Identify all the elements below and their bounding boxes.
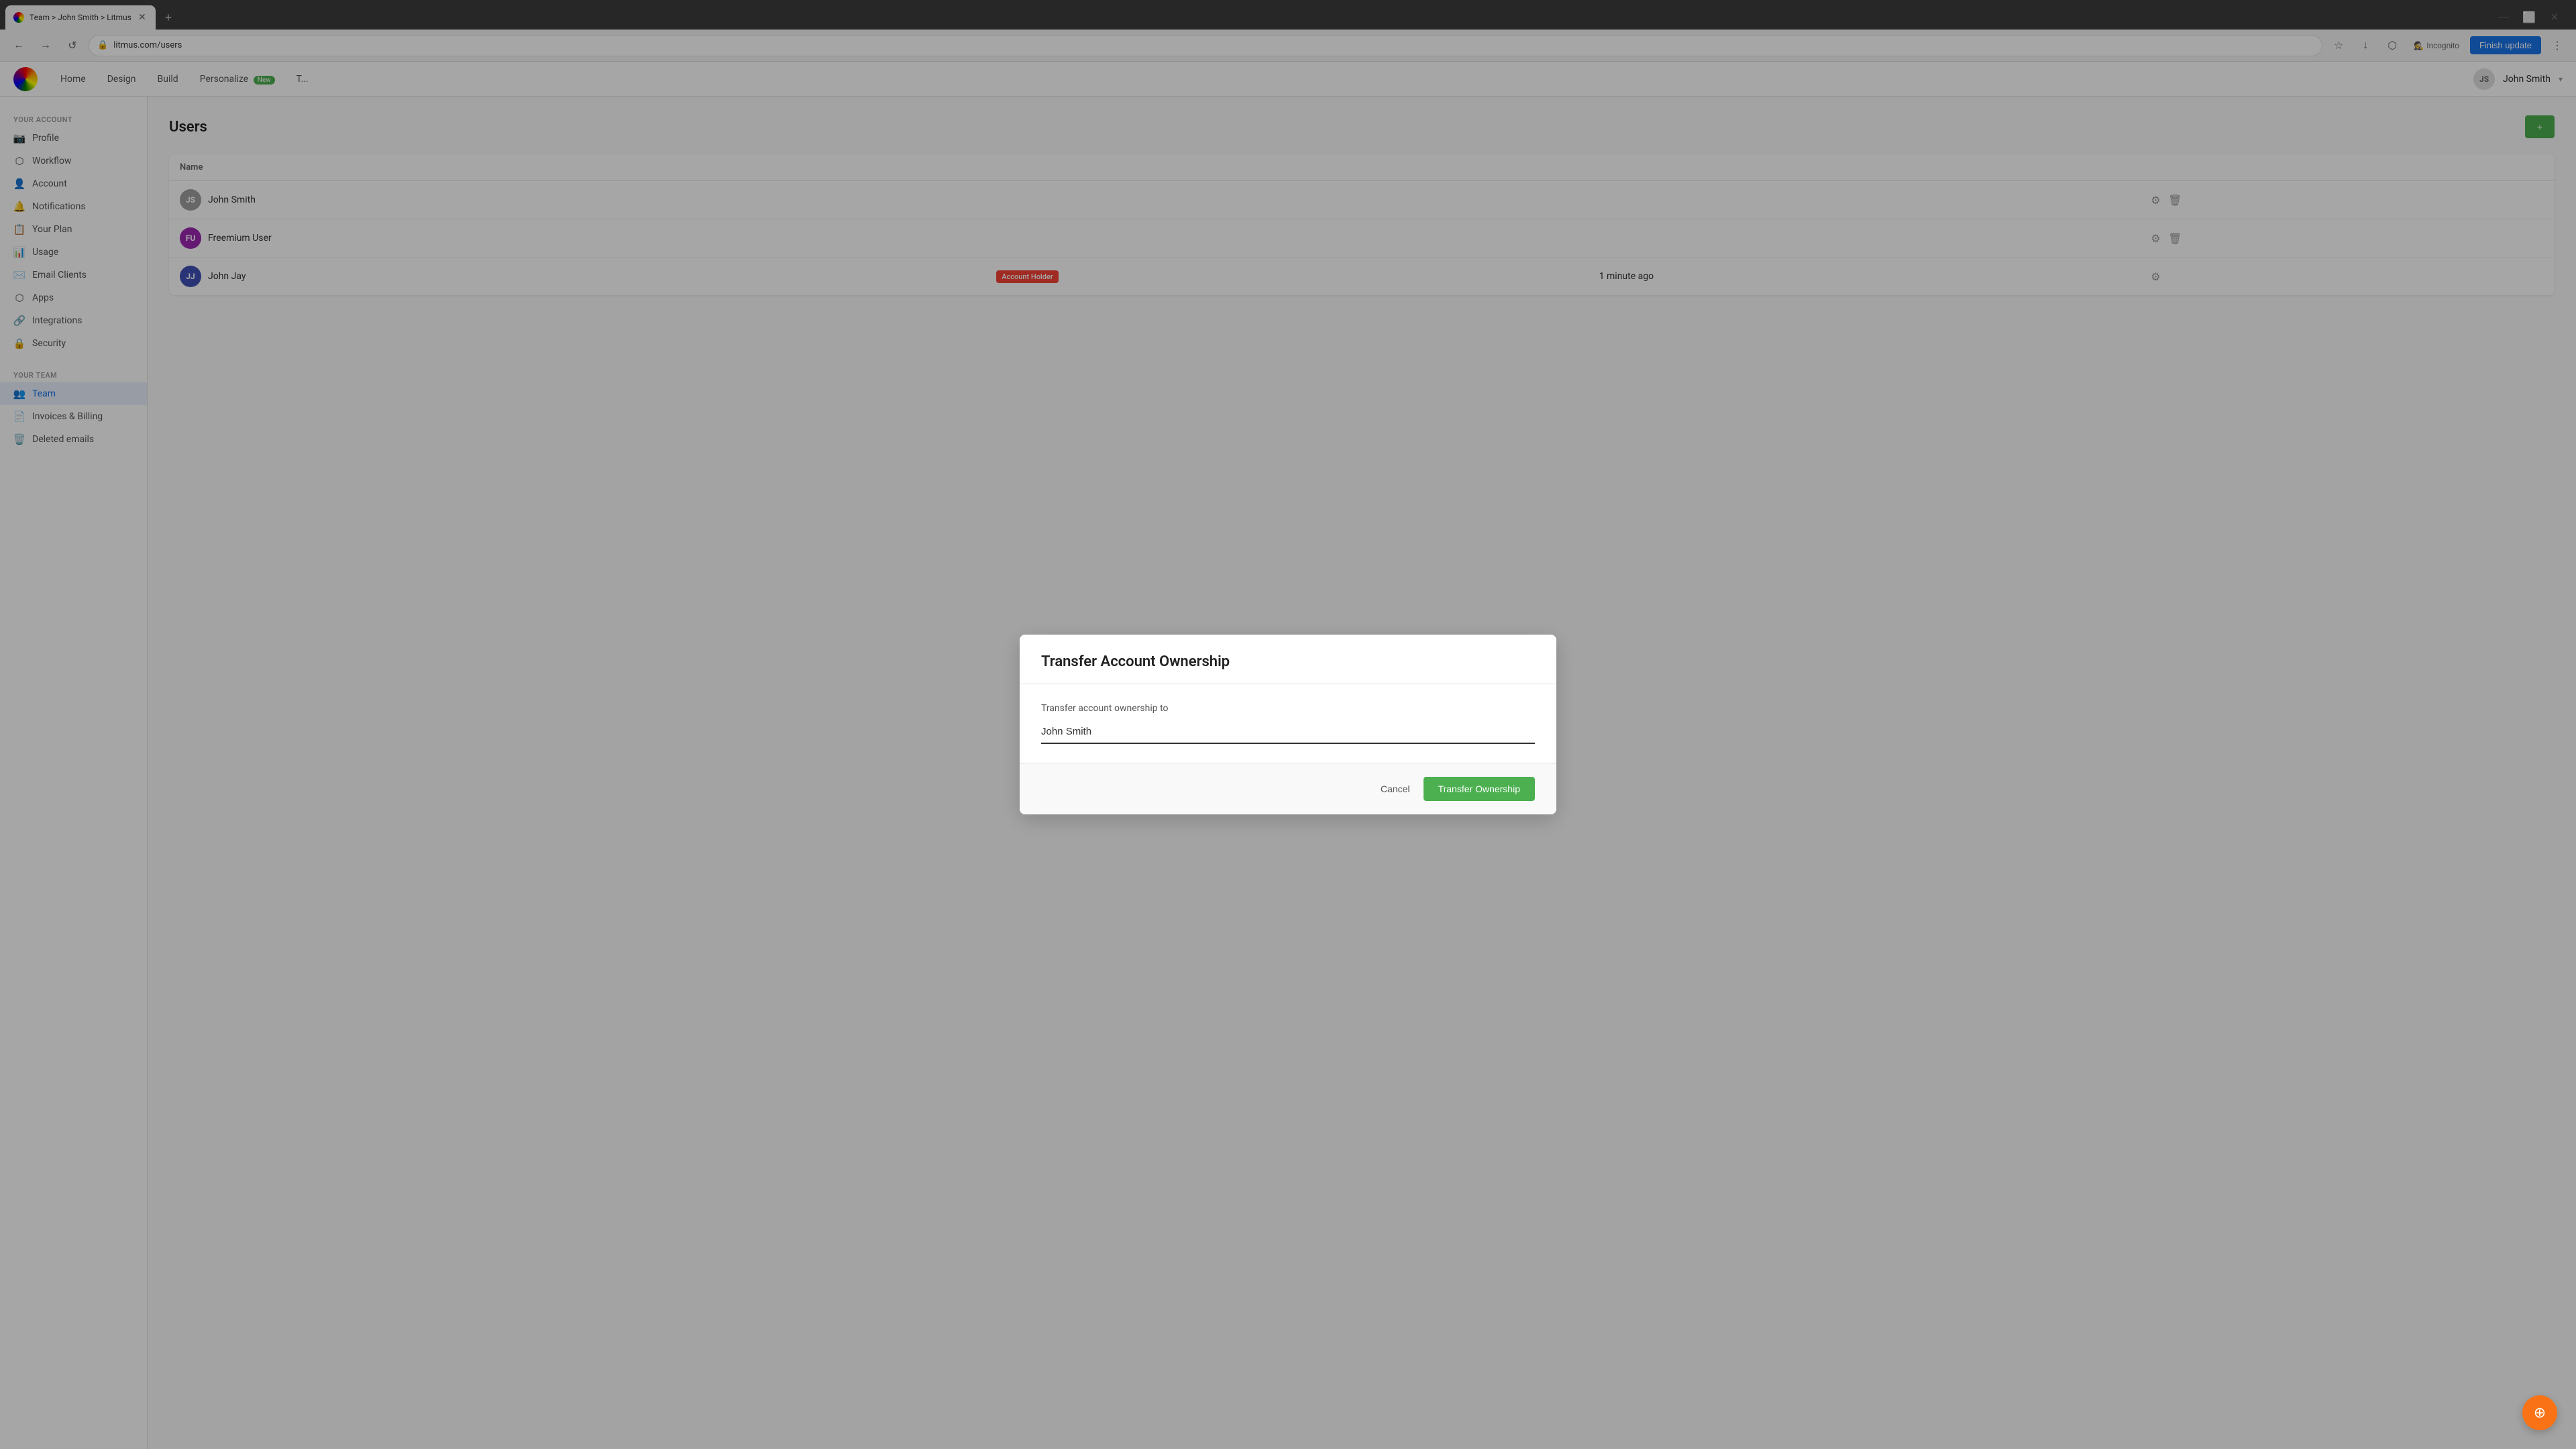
transfer-ownership-button[interactable]: Transfer Ownership (1424, 777, 1535, 801)
modal-overlay[interactable]: Transfer Account Ownership Transfer acco… (0, 0, 2576, 1449)
modal-footer: Cancel Transfer Ownership (1020, 763, 1556, 814)
modal-header: Transfer Account Ownership (1020, 635, 1556, 684)
modal-body: Transfer account ownership to (1020, 684, 1556, 763)
modal-label: Transfer account ownership to (1041, 703, 1535, 714)
support-fab-icon: ⊕ (2534, 1405, 2546, 1421)
modal-title: Transfer Account Ownership (1041, 653, 1535, 670)
ownership-transfer-input[interactable] (1041, 720, 1535, 744)
support-fab-button[interactable]: ⊕ (2522, 1395, 2557, 1430)
transfer-ownership-modal: Transfer Account Ownership Transfer acco… (1020, 635, 1556, 814)
cancel-button[interactable]: Cancel (1381, 784, 1410, 794)
